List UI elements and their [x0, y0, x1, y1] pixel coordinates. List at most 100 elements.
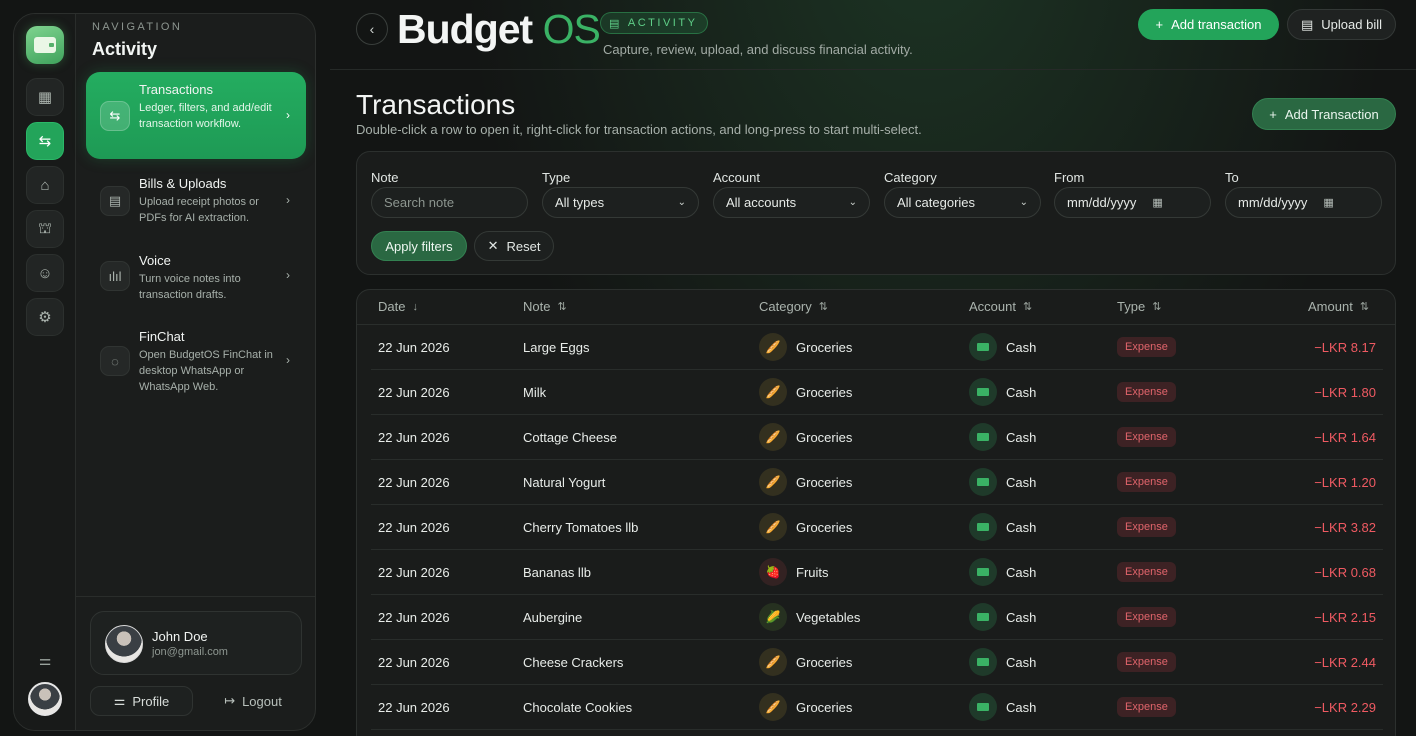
sliders-icon[interactable]: ⚌ — [35, 650, 55, 670]
table-row[interactable]: 22 Jun 2026 Cottage Cheese 🥖 Groceries Cash E… — [371, 415, 1383, 460]
category-text: Groceries — [796, 699, 853, 715]
nav-item-bills-uploads[interactable]: ▤ Bills & Uploads Upload receipt photos … — [86, 166, 306, 236]
banknote-shape — [977, 568, 989, 576]
column-header-type[interactable]: Type ⇅ — [1117, 299, 1161, 314]
rail-tags-button[interactable]: ⌂ — [26, 166, 64, 204]
note-filter-placeholder: Search note — [384, 195, 455, 210]
account-text: Cash — [1006, 339, 1037, 355]
page-subtitle: Double-click a row to open it, right-cli… — [356, 122, 922, 137]
page-title: Transactions — [356, 89, 516, 120]
table-row[interactable]: 22 Jun 2026 Cherry Tomatoes llb 🥖 Groceries… — [371, 505, 1383, 550]
amount-text: −LKR 1.80 — [1314, 384, 1376, 400]
category-filter-select[interactable]: All categories ⌄ — [884, 187, 1041, 218]
cell-note: Natural Yogurt — [523, 460, 753, 504]
cell-type: Expense — [1117, 415, 1237, 459]
nav-item-label: FinChat — [139, 329, 185, 344]
cash-icon — [969, 693, 997, 721]
cell-account: Cash — [969, 460, 1109, 504]
category-text: Groceries — [796, 339, 853, 355]
note-text: Natural Yogurt — [523, 474, 606, 490]
column-header-amount[interactable]: Amount ⇅ — [1308, 299, 1369, 314]
groceries-category-icon: 🥖 — [759, 648, 787, 676]
cell-date: 22 Jun 2026 — [378, 640, 518, 684]
column-header-category[interactable]: Category ⇅ — [759, 299, 828, 314]
cell-amount: −LKR 2.44 — [1251, 640, 1376, 684]
status-badge: Expense — [1117, 427, 1176, 447]
cell-account: Cash — [969, 550, 1109, 594]
add-transaction-button[interactable]: + Add transaction — [1138, 9, 1279, 40]
table-row[interactable]: 22 Jun 2026 Aubergine 🌽 Vegetables Cash Expen… — [371, 595, 1383, 640]
table-row[interactable]: 22 Jun 2026 Chocolate Cookies 🥖 Groceries Ca… — [371, 685, 1383, 730]
sliders-icon: ⚌ — [113, 693, 126, 708]
category-filter-value: All categories — [897, 195, 976, 210]
account-text: Cash — [1006, 429, 1037, 445]
user-card[interactable]: John Doe jon@gmail.com — [90, 611, 302, 675]
chevron-right-icon: › — [286, 108, 290, 122]
category-text: Groceries — [796, 384, 853, 400]
profile-button[interactable]: ⚌ Profile — [90, 686, 193, 716]
apply-filters-button[interactable]: Apply filters — [371, 231, 467, 261]
cell-note: Milk — [523, 370, 753, 414]
amount-text: −LKR 0.68 — [1314, 564, 1376, 580]
type-filter-select[interactable]: All types ⌄ — [542, 187, 699, 218]
cell-category: 🍓 Fruits — [759, 550, 959, 594]
account-filter-select[interactable]: All accounts ⌄ — [713, 187, 870, 218]
back-button[interactable]: ‹ — [356, 13, 388, 45]
users-icon: ☺ — [37, 264, 53, 282]
close-icon: ✕ — [487, 238, 499, 253]
date-text: 22 Jun 2026 — [378, 609, 450, 625]
column-header-account[interactable]: Account ⇅ — [969, 299, 1032, 314]
cash-icon — [969, 468, 997, 496]
cell-amount: −LKR 1.64 — [1251, 415, 1376, 459]
nav-item-finchat[interactable]: ◌ FinChat Open BudgetOS FinChat in deskt… — [86, 319, 306, 409]
nav-item-voice[interactable]: ılıl Voice Turn voice notes into transac… — [86, 243, 306, 313]
rail-bank-button[interactable]: ⛫ — [26, 210, 64, 248]
table-row[interactable]: 22 Jun 2026 Milk 🥖 Groceries Cash Expense −LKR… — [371, 370, 1383, 415]
from-date-input[interactable]: mm/dd/yyyy ▦ — [1054, 187, 1211, 218]
column-header-note[interactable]: Note ⇅ — [523, 299, 567, 314]
cash-icon — [969, 513, 997, 541]
sort-icon: ⇅ — [1022, 301, 1033, 313]
account-text: Cash — [1006, 519, 1037, 535]
amount-text: −LKR 2.15 — [1314, 609, 1376, 625]
cash-icon — [969, 378, 997, 406]
logout-button[interactable]: ↦ Logout — [204, 686, 302, 716]
note-text: Large Eggs — [523, 339, 590, 355]
table-row[interactable]: 22 Jun 2026 Bananas llb 🍓 Fruits Cash Expense… — [371, 550, 1383, 595]
banknote-shape — [977, 388, 989, 396]
status-badge: Expense — [1117, 562, 1176, 582]
cell-type: Expense — [1117, 640, 1237, 684]
table-row[interactable]: 22 Jun 2026 Large Eggs 🥖 Groceries Cash Expen… — [371, 325, 1383, 370]
rail-settings-button[interactable]: ⚙ — [26, 298, 64, 336]
rail-avatar[interactable] — [28, 682, 62, 716]
date-text: 22 Jun 2026 — [378, 384, 450, 400]
add-transaction-secondary-button[interactable]: + Add Transaction — [1252, 98, 1396, 130]
upload-bill-button[interactable]: ▤ Upload bill — [1287, 9, 1396, 40]
chevron-right-icon: › — [286, 193, 290, 207]
chevron-down-icon: ⌄ — [1019, 197, 1028, 208]
nav-title: Activity — [92, 39, 158, 59]
app-logo[interactable] — [26, 26, 64, 64]
table-row[interactable]: 22 Jun 2026 Natural Yogurt 🥖 Groceries Cash E… — [371, 460, 1383, 505]
note-text: Cottage Cheese — [523, 429, 617, 445]
from-filter-label: From — [1054, 170, 1085, 185]
nav-item-transactions[interactable]: ⇆ Transactions Ledger, filters, and add/… — [86, 72, 306, 159]
rail-dashboard-button[interactable]: ▦ — [26, 78, 64, 116]
rail-users-button[interactable]: ☺ — [26, 254, 64, 292]
column-header-label: Date — [378, 299, 406, 314]
reset-button[interactable]: ✕ Reset — [474, 231, 554, 261]
account-filter-value: All accounts — [726, 195, 797, 210]
note-text: Aubergine — [523, 609, 583, 625]
column-header-date[interactable]: Date ↓ — [378, 299, 418, 314]
cell-category: 🥖 Groceries — [759, 415, 959, 459]
rail-transactions-button[interactable]: ⇆ — [26, 122, 64, 160]
note-filter-input[interactable]: Search note — [371, 187, 528, 218]
cell-date: 22 Jun 2026 — [378, 460, 518, 504]
to-date-input[interactable]: mm/dd/yyyy ▦ — [1225, 187, 1382, 218]
table-row[interactable]: 22 Jun 2026 Cheese Crackers 🥖 Groceries Cash… — [371, 640, 1383, 685]
type-filter-label: Type — [542, 170, 571, 185]
cell-account: Cash — [969, 505, 1109, 549]
note-text: Cheese Crackers — [523, 654, 624, 670]
brand-main: Budget — [397, 6, 533, 52]
wallet-icon — [34, 37, 56, 53]
